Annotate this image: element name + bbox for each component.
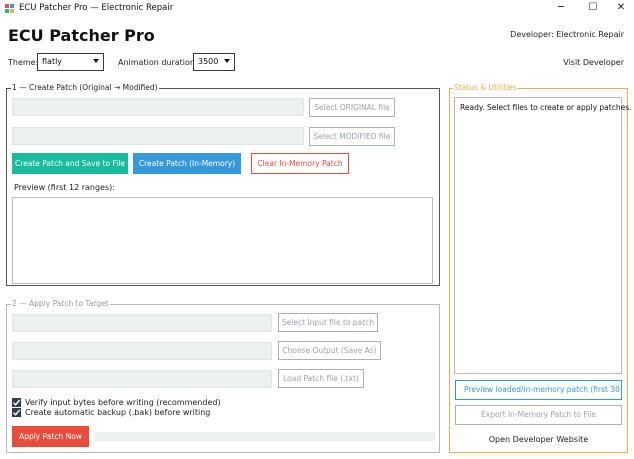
choose-output-button[interactable]: Choose Output (Save As) <box>278 341 381 360</box>
theme-select-value: flatly <box>42 57 63 66</box>
theme-select[interactable]: flatly <box>37 53 104 71</box>
page-title: ECU Patcher Pro <box>8 26 155 45</box>
status-legend: Status & Utilities <box>453 83 518 92</box>
window-titlebar: ECU Patcher Pro — Electronic Repair ─ ☐ … <box>0 0 634 18</box>
original-file-field[interactable] <box>12 98 304 116</box>
theme-label: Theme: <box>8 58 39 67</box>
preview-label: Preview (first 12 ranges): <box>14 183 115 192</box>
apply-progress-bar <box>95 432 435 441</box>
checkmark-icon <box>13 409 21 416</box>
select-original-button[interactable]: Select ORIGINAL file <box>309 98 395 117</box>
animation-duration-select[interactable]: 3500 <box>193 53 235 71</box>
status-message: Ready. Select files to create or apply p… <box>460 103 632 112</box>
create-patch-legend: 1 — Create Patch (Original → Modified) <box>11 83 159 92</box>
select-modified-button[interactable]: Select MODIFIED file <box>309 127 395 146</box>
load-patch-button[interactable]: Load Patch file (.txt) <box>278 369 364 388</box>
output-file-field[interactable] <box>12 342 272 360</box>
developer-label: Developer: Electronic Repair <box>510 30 624 39</box>
create-patch-save-button[interactable]: Create Patch and Save to File <box>12 153 128 174</box>
backup-label: Create automatic backup (.bak) before wr… <box>25 408 211 417</box>
open-website-link[interactable]: Open Developer Website <box>455 435 622 444</box>
verify-checkbox[interactable] <box>12 398 21 407</box>
chevron-down-icon <box>93 59 99 63</box>
preview-textarea[interactable] <box>12 197 433 284</box>
export-patch-button[interactable]: Export In-Memory Patch to File <box>455 405 622 425</box>
app-icon <box>5 4 14 13</box>
visit-developer-link[interactable]: Visit Developer <box>563 58 624 67</box>
animation-duration-value: 3500 <box>198 57 219 66</box>
select-input-button[interactable]: Select Input file to patch <box>278 313 378 332</box>
input-file-field[interactable] <box>12 314 272 332</box>
chevron-down-icon <box>224 59 230 63</box>
preview-patch-button[interactable]: Preview loaded/in-memory patch (first 30… <box>455 380 622 400</box>
patch-file-field[interactable] <box>12 370 272 388</box>
status-log[interactable]: Ready. Select files to create or apply p… <box>454 97 631 374</box>
backup-checkbox[interactable] <box>12 408 21 417</box>
modified-file-field[interactable] <box>12 127 304 145</box>
minimize-button[interactable]: ─ <box>546 0 576 18</box>
window-title: ECU Patcher Pro — Electronic Repair <box>19 3 174 13</box>
apply-patch-legend: 2 — Apply Patch to Target <box>11 299 110 308</box>
verify-label: Verify input bytes before writing (recom… <box>25 398 221 407</box>
create-patch-memory-button[interactable]: Create Patch (In-Memory) <box>133 153 241 174</box>
maximize-button[interactable]: ☐ <box>578 0 608 18</box>
animation-duration-label: Animation duration: <box>118 58 198 67</box>
close-button[interactable]: ✕ <box>606 0 634 18</box>
apply-patch-button[interactable]: Apply Patch Now <box>12 426 89 447</box>
clear-memory-patch-button[interactable]: Clear In-Memory Patch <box>251 153 349 174</box>
checkmark-icon <box>13 399 21 406</box>
